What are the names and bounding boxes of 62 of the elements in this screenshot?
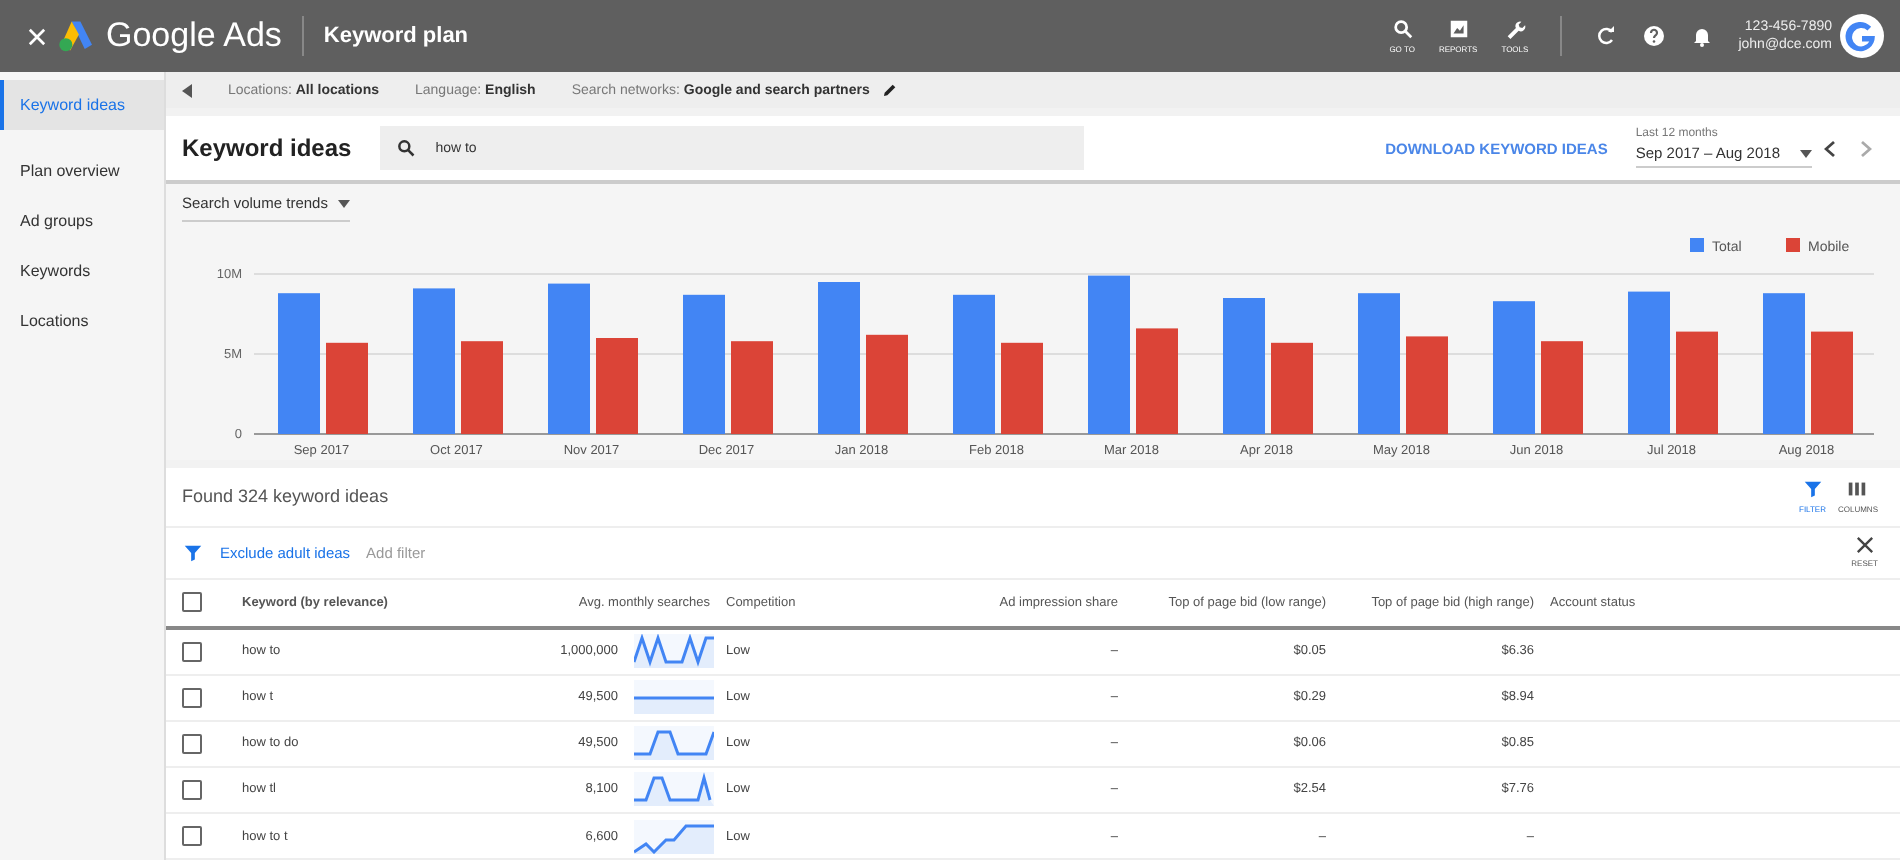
bar [1493,301,1535,434]
sidebar-item[interactable]: Keywords [0,246,164,296]
select-all-checkbox[interactable] [182,592,202,613]
search-icon [1391,18,1414,40]
bar [1541,341,1583,434]
sparkline-drawing [634,819,714,853]
chart-icon [1447,18,1470,40]
bar [278,293,320,434]
close-icon [1855,536,1874,555]
wrench-icon [1503,18,1526,40]
bar [683,294,725,434]
bar [731,341,773,434]
columns-icon [1846,478,1869,501]
bell-icon [1690,24,1715,48]
sidebar-item[interactable]: Locations [0,296,164,346]
caret-icon [337,199,350,207]
bar [326,342,368,434]
row-checkbox[interactable] [182,641,202,662]
filter-icon [182,541,204,564]
bar [866,334,908,434]
sparkline-drawing [634,634,714,669]
section-title: Keyword ideas [182,134,352,162]
help-icon [1642,24,1667,48]
bar [1676,331,1718,434]
bar [1136,328,1178,434]
bar [1271,342,1313,434]
row-checkbox[interactable] [182,826,202,846]
legend-swatch [1786,238,1800,252]
bar [1358,293,1400,434]
avatar-icon[interactable] [1840,14,1884,58]
row-checkbox[interactable] [182,733,202,754]
refresh-icon [1594,24,1619,48]
bar [1223,298,1265,434]
bar [1628,291,1670,434]
filter-icon [1801,478,1824,501]
sidebar-item[interactable]: Keyword ideas [0,80,164,130]
sidebar-item[interactable]: Ad groups [0,196,164,246]
bar [596,338,638,434]
pencil-icon [881,82,898,98]
edit-button[interactable] [881,82,898,98]
sidebar-item[interactable]: Plan overview [0,146,164,196]
logo-icon [58,20,94,52]
caret-icon [1800,149,1812,157]
sparkline-drawing [634,726,714,761]
bar [461,341,503,434]
chevron-left-icon [1824,139,1836,157]
results-count: Found 324 keyword ideas [182,486,389,507]
row-checkbox[interactable] [182,779,202,800]
chevron-right-icon [1860,139,1872,157]
bar [1763,293,1805,434]
product-name: Google Ads [106,16,282,56]
legend-swatch [1690,238,1704,252]
bar [1001,342,1043,434]
bar [1406,336,1448,434]
bar [953,294,995,434]
search-icon [395,138,416,158]
bar [1811,331,1853,434]
page-title: Keyword plan [323,24,469,48]
collapse-button[interactable] [182,83,192,97]
sparkline-drawing [634,772,714,807]
row-checkbox[interactable] [182,687,202,708]
sparkline-drawing [634,680,714,715]
